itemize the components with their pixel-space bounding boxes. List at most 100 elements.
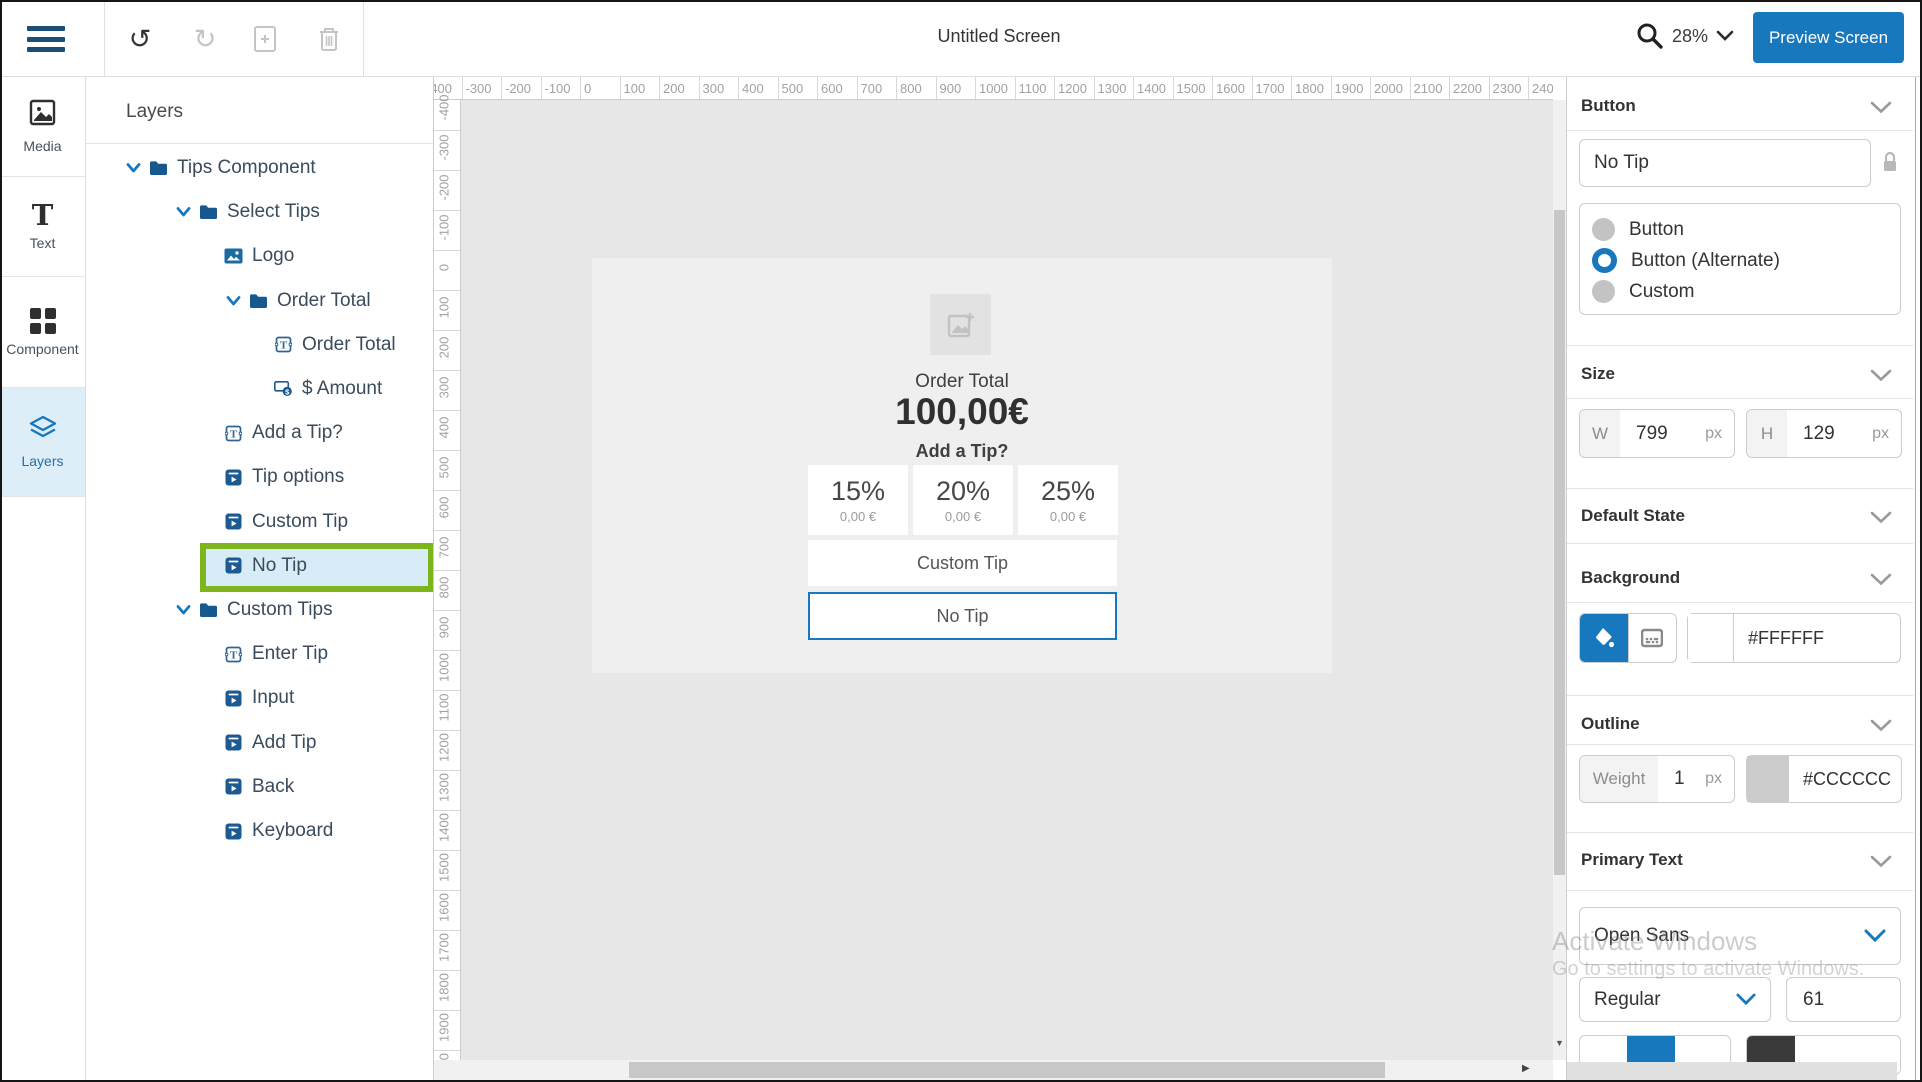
font-weight-select[interactable]: Regular <box>1579 977 1771 1022</box>
layer-row-enter-tip[interactable]: TEnter Tip <box>86 632 434 676</box>
horizontal-scrollbar-thumb[interactable] <box>629 1062 1385 1078</box>
chevron-down-icon[interactable] <box>1870 855 1892 873</box>
ruler-tick <box>699 77 700 100</box>
outline-color-value[interactable]: #CCCCCC <box>1789 769 1891 790</box>
layer-row-back[interactable]: Back <box>86 765 434 809</box>
outline-color-swatch[interactable] <box>1747 756 1789 802</box>
new-screen-icon[interactable] <box>248 22 282 56</box>
ruler-tick <box>975 77 976 100</box>
tip-15-button[interactable]: 15%0,00 € <box>808 465 908 535</box>
tip-25-button[interactable]: 25%0,00 € <box>1018 465 1118 535</box>
outline-color-field[interactable]: #CCCCCC <box>1746 755 1902 803</box>
zoom-level-value[interactable]: 28% <box>1672 26 1708 47</box>
layer-row-tips-component[interactable]: Tips Component <box>86 146 434 190</box>
radio-selected-icon[interactable] <box>1592 248 1617 273</box>
zoom-chevron-down-icon[interactable] <box>1716 30 1734 42</box>
layer-row-select-tips[interactable]: Select Tips <box>86 190 434 234</box>
ruler-tick <box>936 77 937 100</box>
chevron-down-icon[interactable] <box>173 206 193 218</box>
pattern-fill-button[interactable] <box>1628 614 1676 662</box>
ruler-tick <box>1173 77 1174 100</box>
sidebar-item-component[interactable]: Component <box>0 277 85 388</box>
chevron-down-icon[interactable] <box>173 604 193 616</box>
sidebar-item-text[interactable]: T Text <box>0 177 85 277</box>
ruler-label: 1800 <box>437 968 452 1008</box>
option-label: Button <box>1629 219 1684 241</box>
height-label: H <box>1747 410 1787 457</box>
scroll-right-arrow-icon[interactable]: ▶ <box>1522 1063 1530 1074</box>
layer-row-order-total[interactable]: TOrder Total <box>86 323 434 367</box>
hamburger-menu-icon[interactable] <box>27 26 65 52</box>
layer-row-order-total[interactable]: Order Total <box>86 279 434 323</box>
chevron-down-icon[interactable] <box>1870 573 1892 591</box>
panel-scrollbar[interactable] <box>1915 77 1916 1080</box>
radio-unselected-icon[interactable] <box>1592 218 1615 241</box>
chevron-down-icon[interactable] <box>1870 719 1892 737</box>
height-unit: px <box>1872 425 1901 443</box>
layer-row-add-tip[interactable]: Add Tip <box>86 721 434 765</box>
image-placeholder[interactable] <box>930 294 991 355</box>
sidebar-item-layers[interactable]: Layers <box>0 388 85 497</box>
layer-label: Enter Tip <box>252 643 328 665</box>
lock-icon[interactable] <box>1881 150 1899 179</box>
font-size-input[interactable]: 61 <box>1786 977 1901 1022</box>
background-color-swatch[interactable] <box>1688 614 1734 662</box>
ruler-label: 0 <box>437 248 452 288</box>
option-button[interactable]: Button <box>1592 214 1900 245</box>
width-value[interactable]: 799 <box>1620 423 1705 445</box>
layers-panel: Layers Tips ComponentSelect TipsLogoOrde… <box>86 77 434 1080</box>
height-value[interactable]: 129 <box>1787 423 1872 445</box>
folder-icon <box>198 602 218 618</box>
outline-weight-label: Weight <box>1580 756 1658 802</box>
custom-tip-button[interactable]: Custom Tip <box>808 540 1117 586</box>
vertical-scrollbar-thumb[interactable] <box>1554 210 1565 875</box>
preview-screen-button[interactable]: Preview Screen <box>1753 12 1904 63</box>
button-name-input[interactable]: No Tip <box>1579 139 1871 187</box>
option-button-alternate[interactable]: Button (Alternate) <box>1592 245 1900 276</box>
scroll-down-arrow-icon[interactable]: ▼ <box>1553 1038 1566 1048</box>
height-field[interactable]: H 129 px <box>1746 409 1902 458</box>
outline-weight-value[interactable]: 1 <box>1658 768 1705 790</box>
delete-icon[interactable] <box>312 22 346 56</box>
layer-row-custom-tips[interactable]: Custom Tips <box>86 588 434 632</box>
background-color-value[interactable]: #FFFFFF <box>1734 628 1824 649</box>
ruler-label: 700 <box>861 81 883 96</box>
canvas-horizontal-scrollbar[interactable]: ▶ <box>434 1060 1553 1080</box>
chevron-down-icon[interactable] <box>123 162 143 174</box>
tip-amount: 0,00 € <box>840 509 876 524</box>
layer-row-input[interactable]: Input <box>86 676 434 720</box>
button-icon <box>223 557 243 574</box>
layer-row-amount[interactable]: $$ Amount <box>86 367 434 411</box>
ruler-label: -200 <box>505 81 531 96</box>
chevron-down-icon[interactable] <box>1870 511 1892 529</box>
no-tip-button[interactable]: No Tip <box>808 592 1117 640</box>
redo-icon[interactable]: ↻ <box>188 22 222 56</box>
canvas-vertical-scrollbar[interactable]: ▼ <box>1553 100 1566 1060</box>
chevron-down-icon[interactable] <box>223 295 243 307</box>
option-custom[interactable]: Custom <box>1592 276 1900 307</box>
zoom-search-icon[interactable] <box>1634 20 1664 52</box>
sidebar-item-media[interactable]: Media <box>0 77 85 177</box>
ruler-label: 1200 <box>1058 81 1087 96</box>
outline-weight-field[interactable]: Weight 1 px <box>1579 755 1735 803</box>
layer-label: Add a Tip? <box>252 422 343 444</box>
layer-row-logo[interactable]: Logo <box>86 234 434 278</box>
background-color-field[interactable]: #FFFFFF <box>1687 613 1901 663</box>
ruler-label: 100 <box>437 288 452 328</box>
layer-row-keyboard[interactable]: Keyboard <box>86 809 434 853</box>
button-icon <box>223 823 243 840</box>
solid-fill-button[interactable] <box>1580 614 1628 662</box>
layer-row-custom-tip[interactable]: Custom Tip <box>86 500 434 544</box>
ruler-tick <box>1252 77 1253 100</box>
layer-row-add-a-tip[interactable]: TAdd a Tip? <box>86 411 434 455</box>
chevron-down-icon[interactable] <box>1870 369 1892 387</box>
layer-row-tip-options[interactable]: Tip options <box>86 455 434 499</box>
width-field[interactable]: W 799 px <box>1579 409 1735 458</box>
tip-20-button[interactable]: 20%0,00 € <box>913 465 1013 535</box>
ruler-tick <box>1331 77 1332 100</box>
chevron-down-icon[interactable] <box>1870 101 1892 119</box>
undo-icon[interactable]: ↺ <box>123 22 157 56</box>
add-a-tip-label: Add a Tip? <box>812 441 1112 462</box>
layer-row-no-tip[interactable]: No Tip <box>86 544 434 588</box>
radio-unselected-icon[interactable] <box>1592 280 1615 303</box>
